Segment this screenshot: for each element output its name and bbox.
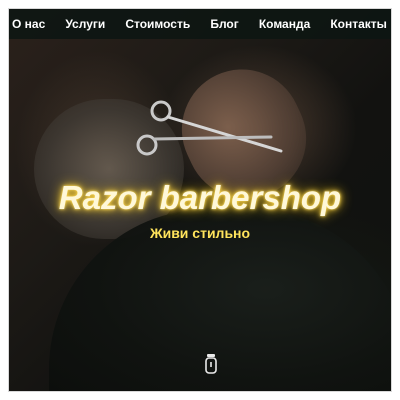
trimmer-icon[interactable] bbox=[204, 353, 218, 375]
nav-item-about[interactable]: О нас bbox=[12, 17, 45, 31]
nav-item-contacts[interactable]: Контакты bbox=[330, 17, 387, 31]
nav-item-blog[interactable]: Блог bbox=[210, 17, 238, 31]
nav-item-team[interactable]: Команда bbox=[259, 17, 310, 31]
top-nav: О нас Услуги Стоимость Блог Команда Конт… bbox=[9, 9, 391, 39]
page-frame: О нас Услуги Стоимость Блог Команда Конт… bbox=[8, 8, 392, 392]
hero-title: Razor barbershop bbox=[58, 179, 342, 216]
nav-item-pricing[interactable]: Стоимость bbox=[125, 17, 190, 31]
nav-item-services[interactable]: Услуги bbox=[65, 17, 105, 31]
scissors-icon bbox=[136, 100, 283, 156]
hero-subtitle: Живи стильно bbox=[149, 225, 251, 241]
